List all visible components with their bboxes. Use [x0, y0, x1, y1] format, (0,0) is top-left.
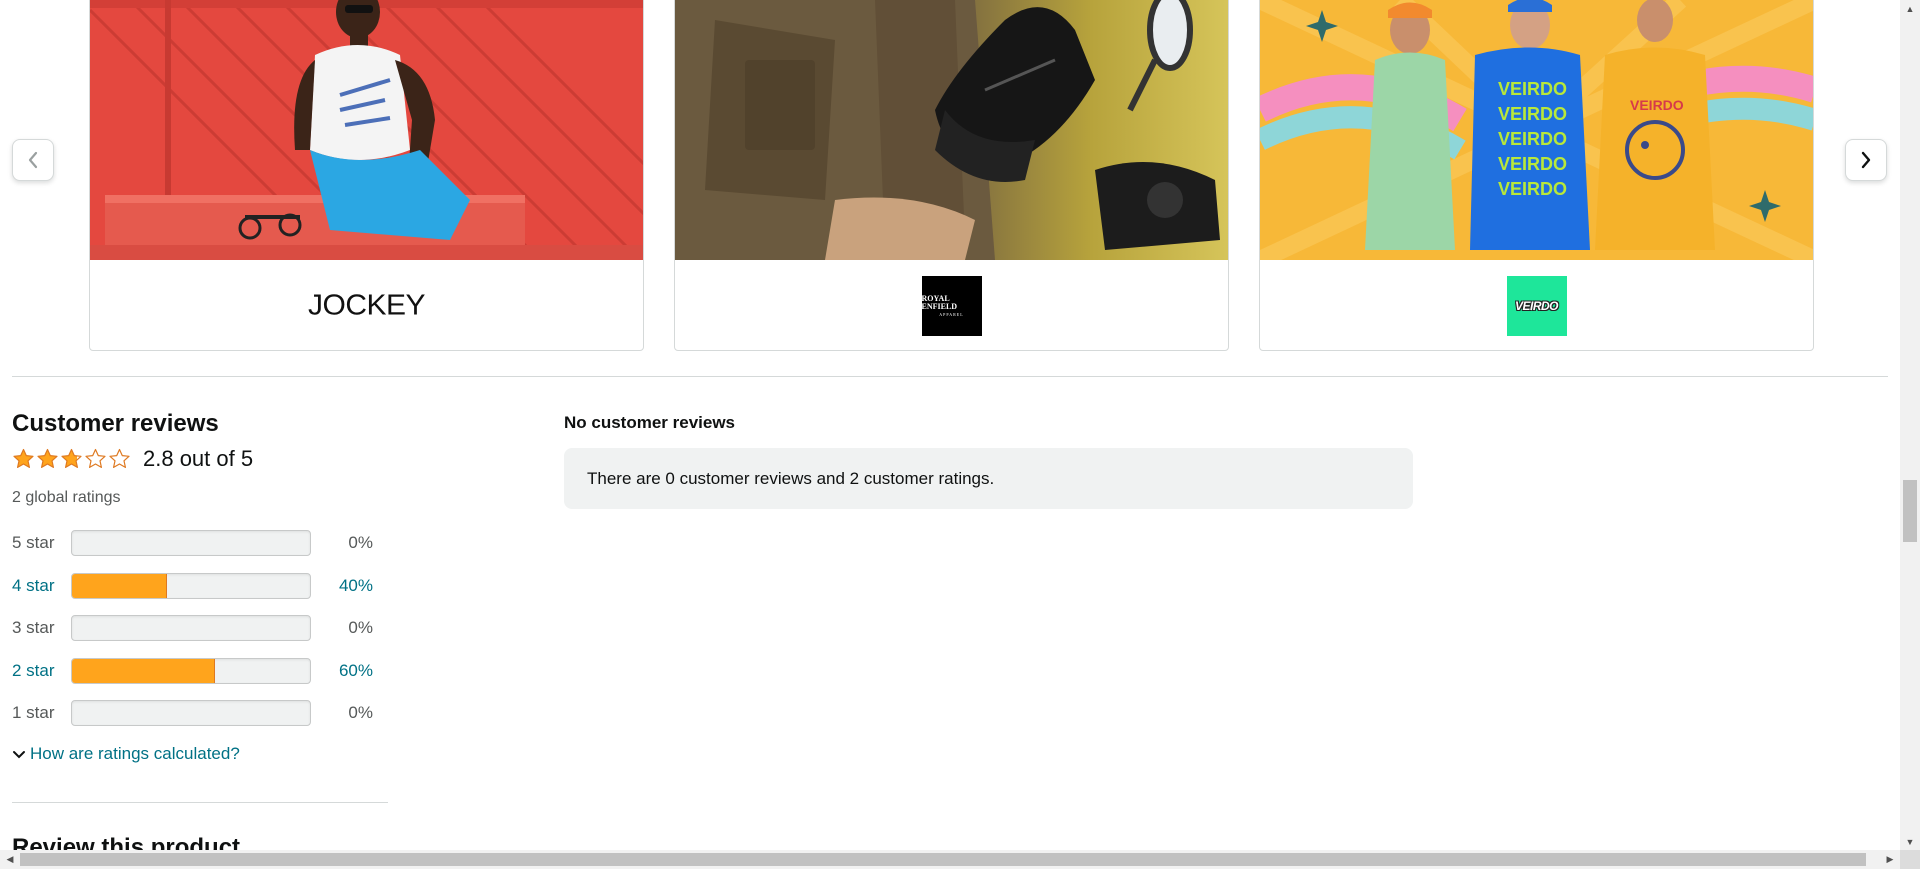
histogram-percent: 0% [348, 703, 373, 723]
brand-card-royal-enfield[interactable]: ROYAL ENFIELD APPAREL [674, 0, 1229, 351]
histogram-label: 1 star [12, 703, 55, 723]
histogram-bar[interactable] [71, 572, 311, 599]
brand-logo-royal-enfield[interactable]: ROYAL ENFIELD APPAREL [675, 260, 1228, 350]
vertical-scroll-thumb[interactable] [1903, 480, 1917, 542]
star-icon [61, 448, 82, 468]
histogram-row-2-star[interactable]: 2 star 60% [12, 650, 388, 693]
svg-text:VEIRDO: VEIRDO [1498, 104, 1567, 124]
scroll-left-icon[interactable]: ◀ [0, 850, 20, 869]
histogram-bar [71, 615, 311, 642]
horizontal-scrollbar[interactable]: ◀ ▶ [0, 850, 1900, 869]
brand-logo-veirdo[interactable]: VEIRDO [1260, 260, 1813, 350]
star-icon [13, 448, 34, 468]
customer-reviews-heading: Customer reviews [12, 410, 219, 437]
scroll-up-icon[interactable]: ▲ [1900, 0, 1920, 17]
histogram-bar-fill [72, 658, 215, 683]
brand-card-jockey[interactable]: JOCKEY [89, 0, 644, 351]
brand-card-veirdo[interactable]: VEIRDO VEIRDO VEIRDO VEIRDO VEIRDO VEIRD… [1259, 0, 1814, 351]
brand-logo-jockey[interactable]: JOCKEY [90, 260, 643, 350]
royal-enfield-logo: ROYAL ENFIELD APPAREL [921, 276, 982, 336]
histogram-row-1-star: 1 star 0% [12, 692, 388, 735]
chevron-down-icon [13, 750, 25, 758]
histogram-bar [71, 700, 311, 727]
svg-text:VEIRDO: VEIRDO [1630, 97, 1684, 113]
histogram-label[interactable]: 4 star [12, 576, 71, 596]
svg-text:VEIRDO: VEIRDO [1498, 129, 1567, 149]
histogram-label[interactable]: 2 star [12, 661, 71, 681]
histogram-bar [71, 530, 311, 557]
histogram-label: 5 star [12, 533, 55, 553]
histogram-row-4-star[interactable]: 4 star 40% [12, 565, 388, 608]
jockey-logo: JOCKEY [307, 289, 426, 322]
histogram-row-5-star: 5 star 0% [12, 522, 388, 565]
vertical-scrollbar[interactable]: ▲ ▼ [1900, 0, 1920, 850]
global-ratings-count: 2 global ratings [12, 489, 121, 506]
histogram-percent: 0% [348, 533, 373, 553]
average-rating[interactable]: 2.8 out of 5 [12, 444, 388, 474]
how-ratings-calculated-label: How are ratings calculated? [30, 743, 240, 763]
customer-reviews-summary: Customer reviews 2.8 out of 5 2 global r… [12, 408, 388, 764]
veirdo-logo: VEIRDO [1506, 276, 1567, 336]
rating-histogram: 5 star 0% 4 star 40% 3 star 0% 2 star 60% 1 star… [12, 522, 388, 735]
no-customer-reviews-heading: No customer reviews [564, 413, 736, 432]
chevron-right-icon [1861, 151, 1871, 169]
histogram-row-3-star: 3 star 0% [12, 607, 388, 650]
rating-text: 2.8 out of 5 [143, 446, 254, 471]
carousel-next-button[interactable] [1845, 139, 1887, 181]
brand-hero-image[interactable] [675, 0, 1228, 260]
horizontal-scroll-thumb[interactable] [20, 853, 1866, 866]
svg-text:VEIRDO: VEIRDO [1498, 79, 1567, 99]
svg-text:VEIRDO: VEIRDO [1498, 154, 1567, 174]
svg-text:VEIRDO: VEIRDO [1498, 179, 1567, 199]
scroll-down-icon[interactable]: ▼ [1900, 833, 1920, 850]
no-reviews-message-box: There are 0 customer reviews and 2 custo… [564, 448, 1413, 509]
carousel-prev-button[interactable] [12, 139, 54, 181]
scrollbar-corner [1900, 850, 1920, 869]
reviews-divider [12, 802, 388, 803]
section-divider [12, 376, 1888, 377]
brand-carousel: JOCKEY ROYAL ENFIELD APPAREL VEIRDO VEIR… [0, 0, 1900, 352]
histogram-percent[interactable]: 60% [311, 661, 373, 681]
no-reviews-message: There are 0 customer reviews and 2 custo… [587, 468, 995, 488]
histogram-bar[interactable] [71, 657, 311, 684]
histogram-percent: 0% [348, 618, 373, 638]
chevron-left-icon [28, 151, 38, 169]
brand-hero-image[interactable] [90, 0, 643, 260]
star-icon [109, 448, 130, 468]
brand-hero-image[interactable]: VEIRDO VEIRDO VEIRDO VEIRDO VEIRDO VEIRD… [1260, 0, 1813, 260]
star-icon [37, 448, 58, 468]
histogram-percent[interactable]: 40% [311, 576, 373, 596]
star-rating [12, 448, 131, 470]
histogram-label: 3 star [12, 618, 55, 638]
scroll-right-icon[interactable]: ▶ [1880, 850, 1900, 869]
how-ratings-calculated-link[interactable]: How are ratings calculated? [12, 744, 388, 764]
star-icon [85, 448, 106, 468]
histogram-bar-fill [72, 573, 168, 598]
